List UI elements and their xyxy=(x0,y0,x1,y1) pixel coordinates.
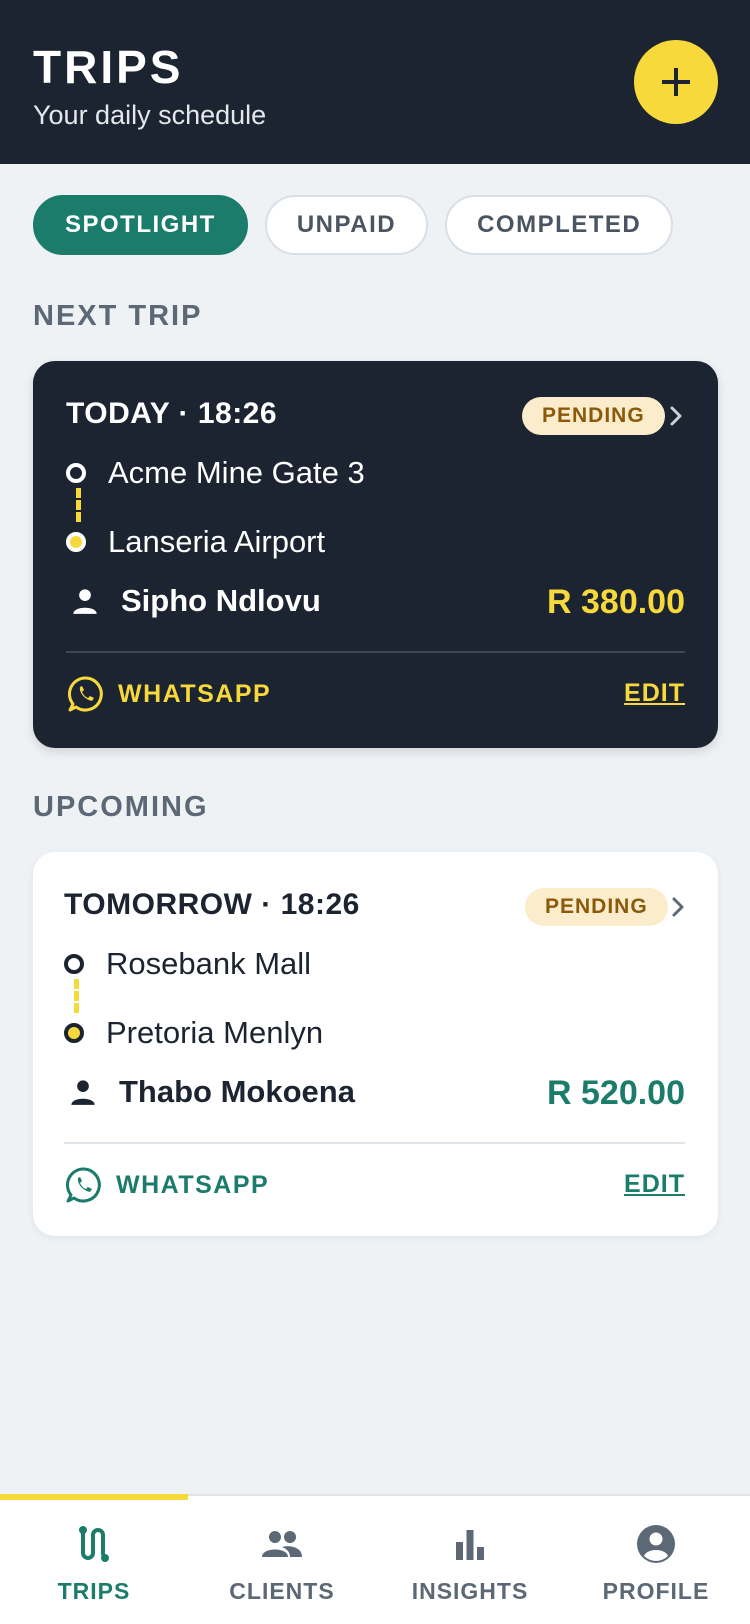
trip-datetime: TODAY · 18:26 xyxy=(66,397,278,430)
bar-chart-icon xyxy=(456,1530,484,1560)
tab-completed[interactable]: COMPLETED xyxy=(445,195,674,255)
page-title: TRIPS xyxy=(33,41,184,93)
dropoff-dot-icon xyxy=(64,1023,84,1043)
pickup-location: Rosebank Mall xyxy=(64,946,311,982)
bottom-navigation: TRIPS CLIENTS INSIGHTS PROFILE xyxy=(0,1494,750,1624)
route-icon xyxy=(79,1526,109,1562)
trip-price: R 380.00 xyxy=(547,583,685,621)
pickup-dot-icon xyxy=(66,463,86,483)
section-next-trip-label: NEXT TRIP xyxy=(33,300,203,332)
trip-datetime: TOMORROW · 18:26 xyxy=(64,888,360,921)
app-header: TRIPS Your daily schedule xyxy=(0,0,750,164)
dropoff-dot-icon xyxy=(66,532,86,552)
people-icon xyxy=(262,1531,302,1557)
route-connector xyxy=(76,488,81,522)
next-trip-card[interactable]: TODAY · 18:26 PENDING Acme Mine Gate 3 L… xyxy=(33,361,718,748)
dropoff-location: Pretoria Menlyn xyxy=(64,1015,323,1051)
card-divider xyxy=(64,1142,685,1144)
edit-link[interactable]: EDIT xyxy=(624,1170,685,1199)
whatsapp-button[interactable]: WHATSAPP xyxy=(64,1165,269,1205)
chevron-right-icon[interactable] xyxy=(665,892,691,922)
trip-price: R 520.00 xyxy=(547,1074,685,1112)
person-icon xyxy=(73,589,97,614)
route-connector xyxy=(74,979,79,1013)
tab-spotlight[interactable]: SPOTLIGHT xyxy=(33,195,248,255)
pickup-dot-icon xyxy=(64,954,84,974)
account-circle-icon xyxy=(637,1525,675,1563)
nav-profile[interactable]: PROFILE xyxy=(562,1496,750,1624)
status-badge: PENDING xyxy=(525,888,668,926)
chevron-right-icon[interactable] xyxy=(663,401,689,431)
whatsapp-icon xyxy=(66,1167,101,1203)
section-upcoming-label: UPCOMING xyxy=(33,791,209,823)
status-badge: PENDING xyxy=(522,397,665,435)
page-subtitle: Your daily schedule xyxy=(33,100,267,130)
add-trip-button[interactable] xyxy=(634,40,718,124)
client-name: Sipho Ndlovu xyxy=(121,583,321,618)
client-info: Sipho Ndlovu xyxy=(71,583,321,619)
nav-trips[interactable]: TRIPS xyxy=(0,1496,188,1624)
nav-clients[interactable]: CLIENTS xyxy=(188,1496,376,1624)
whatsapp-icon xyxy=(68,676,103,712)
client-name: Thabo Mokoena xyxy=(119,1074,355,1109)
filter-tabs: SPOTLIGHT UNPAID COMPLETED xyxy=(33,195,674,255)
edit-link[interactable]: EDIT xyxy=(624,679,685,708)
person-icon xyxy=(71,1080,95,1105)
plus-icon xyxy=(662,68,690,96)
whatsapp-button[interactable]: WHATSAPP xyxy=(66,674,271,714)
tab-unpaid[interactable]: UNPAID xyxy=(264,195,429,255)
upcoming-trip-card[interactable]: TOMORROW · 18:26 PENDING Rosebank Mall P… xyxy=(33,852,718,1236)
nav-insights[interactable]: INSIGHTS xyxy=(376,1496,564,1624)
pickup-location: Acme Mine Gate 3 xyxy=(66,455,365,491)
dropoff-location: Lanseria Airport xyxy=(66,524,325,560)
card-divider xyxy=(66,651,685,653)
client-info: Thabo Mokoena xyxy=(69,1074,355,1110)
